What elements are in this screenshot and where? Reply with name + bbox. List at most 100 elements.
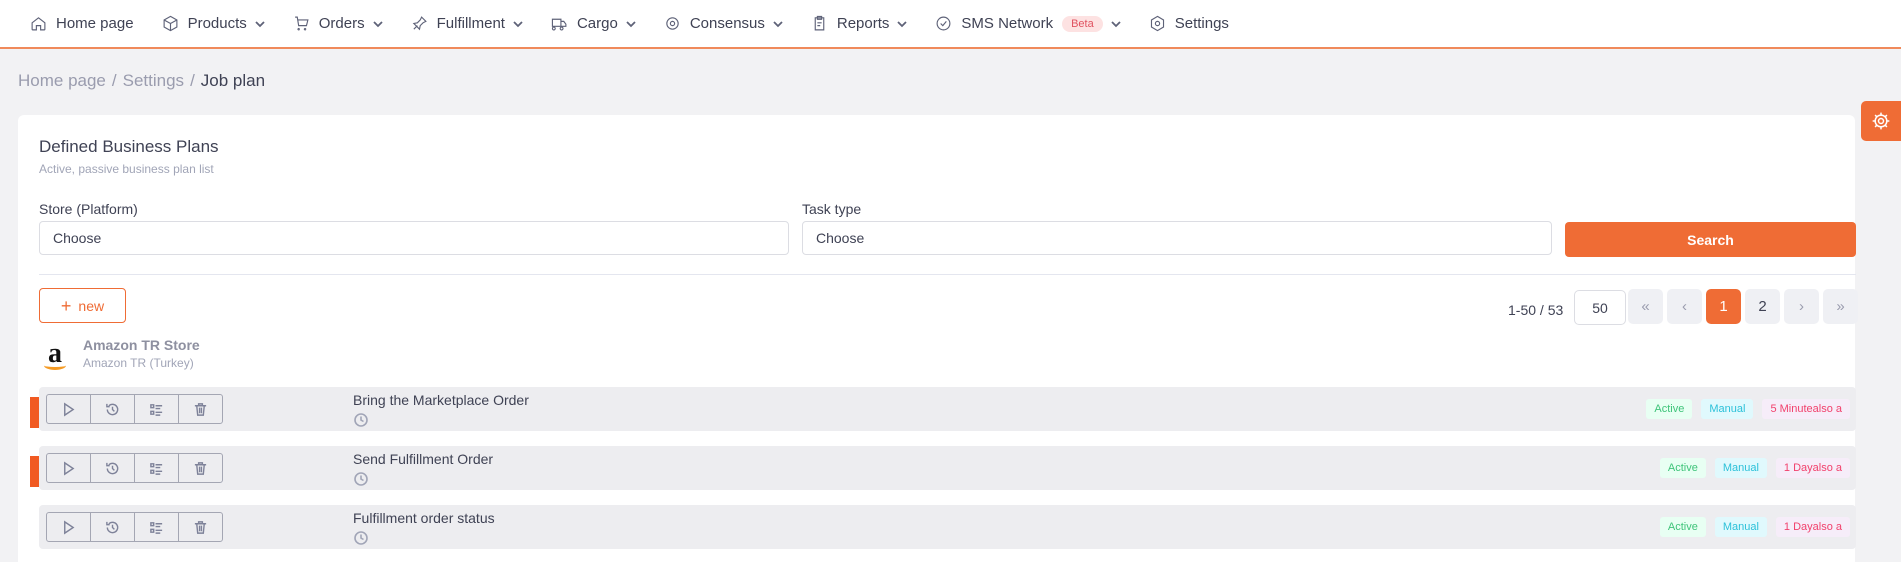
nav-item-products[interactable]: Products (162, 0, 265, 47)
clipboard-icon (814, 15, 825, 31)
delete-button[interactable] (178, 453, 223, 483)
beta-badge: Beta (1062, 15, 1103, 32)
row-marker (30, 456, 39, 487)
clock-icon (353, 412, 369, 428)
pin-icon (412, 16, 427, 31)
play-icon (64, 520, 75, 534)
chevron-down-icon (513, 20, 523, 27)
clock-icon (353, 471, 369, 487)
chevron-down-icon (255, 20, 265, 27)
run-button[interactable] (46, 394, 91, 424)
nav-item-label: Settings (1174, 15, 1229, 32)
job-row: Send Fulfillment Order Active Manual 1 D… (30, 446, 1856, 490)
list-icon (150, 462, 163, 475)
breadcrumb-settings[interactable]: Settings (123, 71, 184, 91)
box-icon (163, 15, 178, 32)
task-type-filter-label: Task type (802, 201, 862, 217)
delete-button[interactable] (178, 512, 223, 542)
chevron-down-icon (626, 20, 636, 27)
nav-item-label: Consensus (689, 15, 765, 32)
chevron-down-icon (1111, 20, 1121, 27)
nav-item-label: Products (187, 15, 247, 32)
task-type-select[interactable]: Choose (802, 221, 1552, 255)
store-info: Amazon TR Store Amazon TR (Turkey) (83, 337, 200, 370)
clock-icon (353, 530, 369, 546)
row-marker (30, 397, 39, 428)
trash-icon (194, 402, 207, 416)
truck-icon (551, 18, 567, 31)
store-select[interactable]: Choose (39, 221, 789, 255)
history-button[interactable] (90, 394, 135, 424)
amazon-smile (44, 361, 66, 370)
nav-item-cargo[interactable]: Cargo (551, 0, 636, 47)
page-button-2[interactable]: 2 (1745, 289, 1780, 324)
nav-item-home[interactable]: Home page (30, 0, 134, 47)
store-name: Amazon TR Store (83, 337, 200, 353)
theme-settings-button[interactable] (1861, 101, 1901, 141)
plus-icon: + (60, 295, 72, 316)
nav-item-label: Home page (56, 15, 134, 32)
nav-item-fulfillment[interactable]: Fulfillment (411, 0, 523, 47)
nav-item-orders[interactable]: Orders (293, 0, 383, 47)
pagination-info: 1-50 / 53 (1508, 302, 1564, 318)
details-button[interactable] (134, 453, 179, 483)
job-actions (46, 512, 223, 542)
last-page-button[interactable]: » (1823, 289, 1858, 324)
store-filter-label: Store (Platform) (39, 201, 138, 217)
delete-button[interactable] (178, 394, 223, 424)
nav-item-reports[interactable]: Reports (811, 0, 908, 47)
check-circle-icon (936, 16, 951, 31)
trash-icon (194, 461, 207, 475)
history-icon (106, 403, 119, 415)
next-page-button[interactable]: › (1784, 289, 1819, 324)
card-title: Defined Business Plans (39, 137, 219, 156)
play-icon (64, 402, 75, 416)
nav-item-label: Orders (318, 15, 365, 32)
run-button[interactable] (46, 453, 91, 483)
mode-badge: Manual (1701, 399, 1754, 419)
job-actions (46, 453, 223, 483)
page-size-select[interactable]: 50 (1574, 290, 1626, 325)
list-icon (150, 521, 163, 534)
consensus-icon (666, 17, 679, 30)
job-badges: Active Manual 1 Dayalso a (1659, 517, 1850, 537)
job-badges: Active Manual 5 Minutealso a (1646, 399, 1850, 419)
details-button[interactable] (134, 512, 179, 542)
status-badge: Active (1659, 458, 1706, 478)
top-navigation: Home page Products Orders Fulfillment Ca… (0, 0, 1901, 49)
list-icon (150, 403, 163, 416)
gear-icon (1872, 112, 1890, 130)
nav-item-label: SMS Network (961, 15, 1054, 32)
job-actions (46, 394, 223, 424)
breadcrumb-current: Job plan (200, 71, 266, 90)
mode-badge: Manual (1714, 458, 1767, 478)
settings-icon (1150, 15, 1164, 32)
job-row: Bring the Marketplace Order Active Manua… (30, 387, 1856, 431)
nav-item-sms-network[interactable]: SMS Network Beta (935, 0, 1121, 47)
card-subtitle: Active, passive business plan list (39, 162, 214, 176)
first-page-button[interactable]: « (1628, 289, 1663, 324)
nav-item-settings[interactable]: Settings (1149, 0, 1229, 47)
history-button[interactable] (90, 453, 135, 483)
job-title: Send Fulfillment Order (353, 451, 494, 467)
details-button[interactable] (134, 394, 179, 424)
job-badges: Active Manual 1 Dayalso a (1659, 458, 1850, 478)
page-button-1[interactable]: 1 (1706, 289, 1741, 324)
chevron-down-icon (773, 20, 783, 27)
amazon-logo: a (39, 338, 71, 370)
breadcrumb-home[interactable]: Home page (18, 71, 106, 91)
chevron-down-icon (897, 20, 908, 27)
divider (39, 274, 1856, 275)
nav-item-label: Cargo (576, 15, 618, 32)
nav-item-consensus[interactable]: Consensus (664, 0, 783, 47)
search-button[interactable]: Search (1565, 222, 1856, 257)
run-button[interactable] (46, 512, 91, 542)
history-button[interactable] (90, 512, 135, 542)
chevron-down-icon (372, 20, 383, 27)
status-badge: Active (1646, 399, 1693, 419)
frequency-badge: 5 Minutealso a (1762, 399, 1850, 419)
job-title: Bring the Marketplace Order (353, 392, 529, 408)
frequency-badge: 1 Dayalso a (1775, 517, 1850, 537)
prev-page-button[interactable]: ‹ (1667, 289, 1702, 324)
new-button[interactable]: + new (39, 288, 126, 323)
